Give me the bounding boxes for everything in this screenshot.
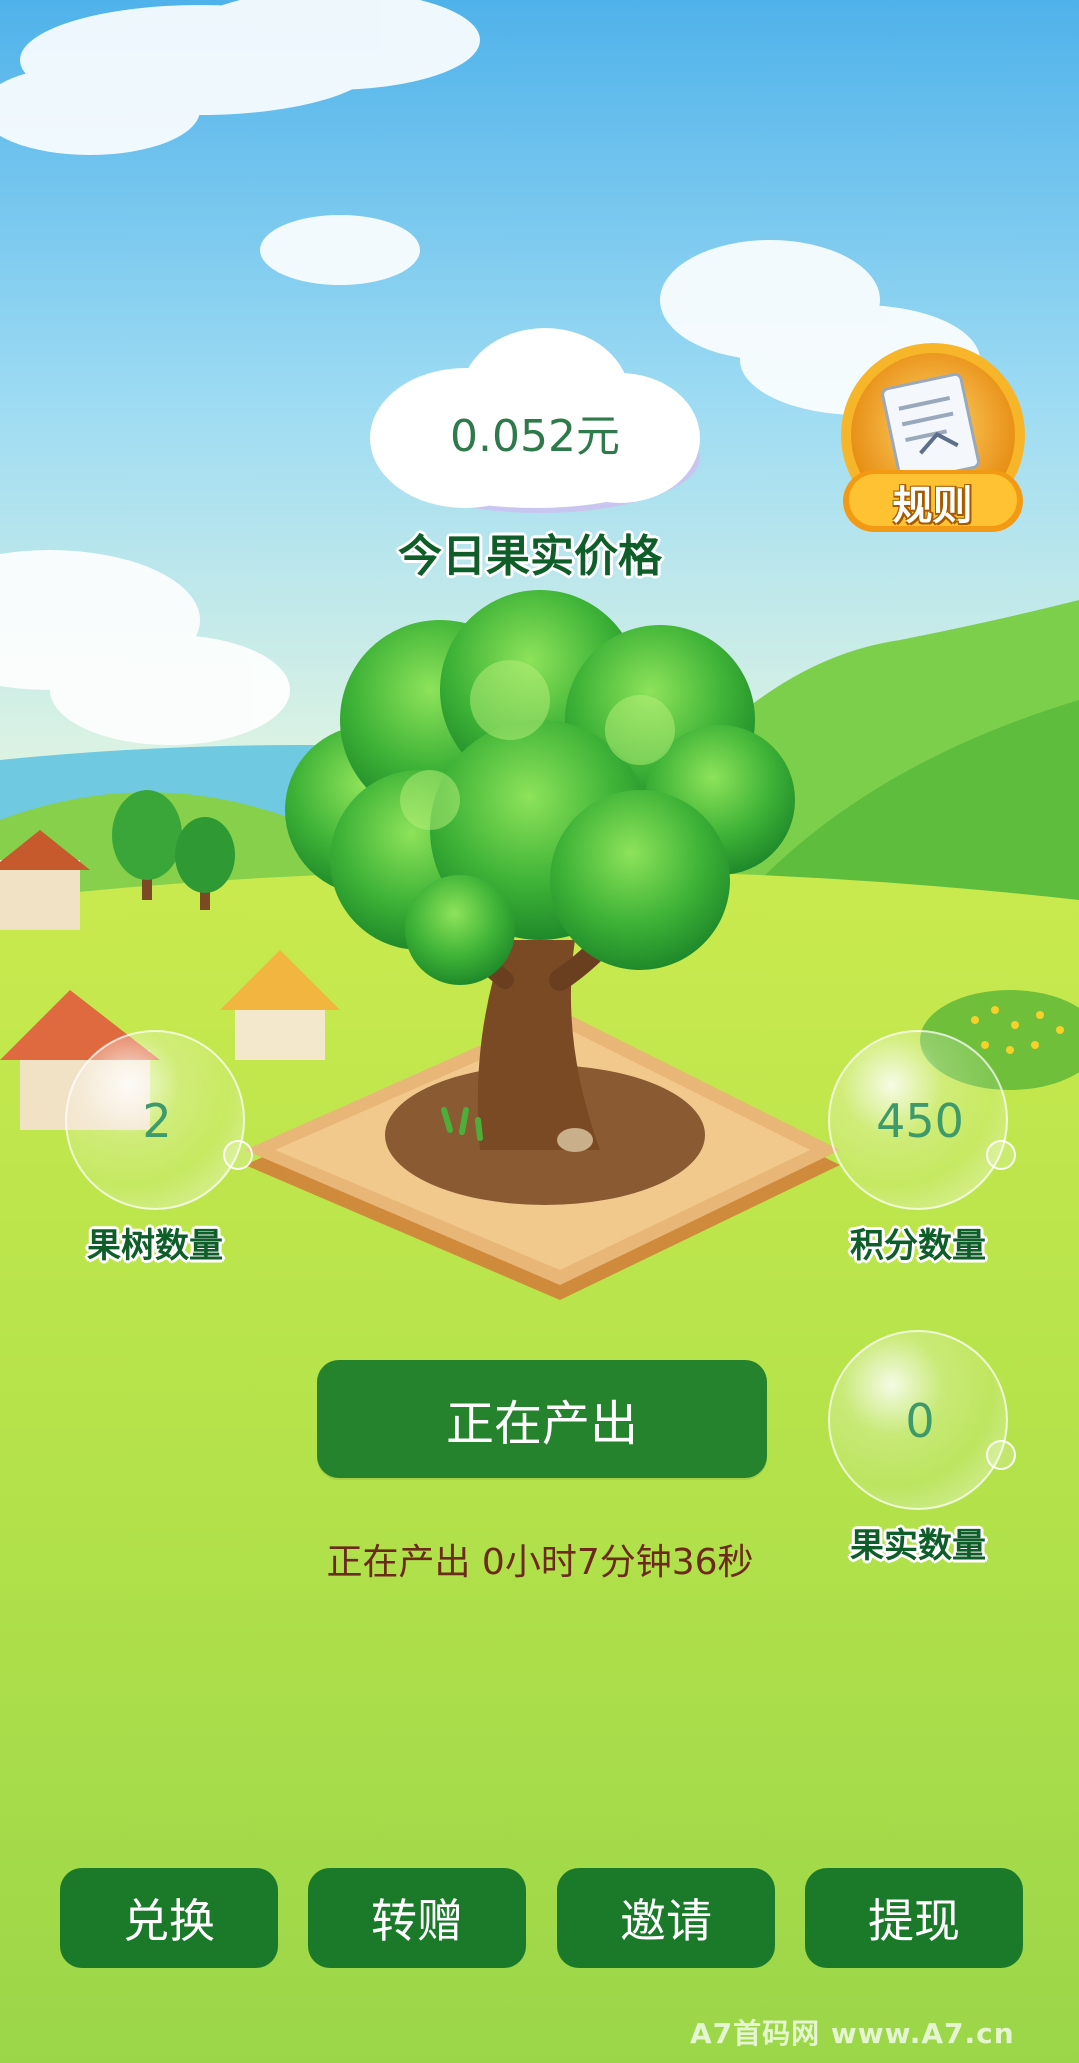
tree-count-label: 果树数量 (87, 1226, 223, 1266)
fruit-price-cloud: 0.052元 (365, 318, 705, 518)
bottom-action-bar: 兑换 转赠 邀请 提现 (0, 1868, 1079, 1968)
points-count-label: 积分数量 (850, 1226, 986, 1266)
fruit-count-value: 0 (905, 1394, 935, 1448)
tree-count-value: 2 (142, 1094, 172, 1148)
producing-timer-text: 正在产出 0小时7分钟36秒 (326, 1542, 754, 1583)
fruit-price-value: 0.052元 (450, 411, 620, 462)
invite-button[interactable]: 邀请 (557, 1868, 775, 1968)
rules-button[interactable]: 规则 (835, 340, 1030, 545)
tree-count-bubble: 2 (65, 1030, 253, 1210)
producing-button[interactable]: 正在产出 (317, 1360, 767, 1478)
fruit-price-caption: 今日果实价格 (398, 531, 662, 582)
tree-count-stat: 2 果树数量 (60, 1030, 253, 1267)
points-count-bubble: 450 (828, 1030, 1016, 1210)
fruit-count-stat: 0 果实数量 (823, 1330, 1016, 1567)
site-watermark: A7首码网 www.A7.cn (690, 2017, 1015, 2050)
exchange-button[interactable]: 兑换 (60, 1868, 278, 1968)
fruit-count-bubble: 0 (828, 1330, 1016, 1510)
fruit-count-label: 果实数量 (850, 1526, 986, 1566)
points-count-stat: 450 积分数量 (823, 1030, 1016, 1267)
gift-transfer-button[interactable]: 转赠 (308, 1868, 526, 1968)
withdraw-button[interactable]: 提现 (805, 1868, 1023, 1968)
rules-label: 规则 (892, 483, 973, 529)
points-count-value: 450 (876, 1094, 964, 1148)
